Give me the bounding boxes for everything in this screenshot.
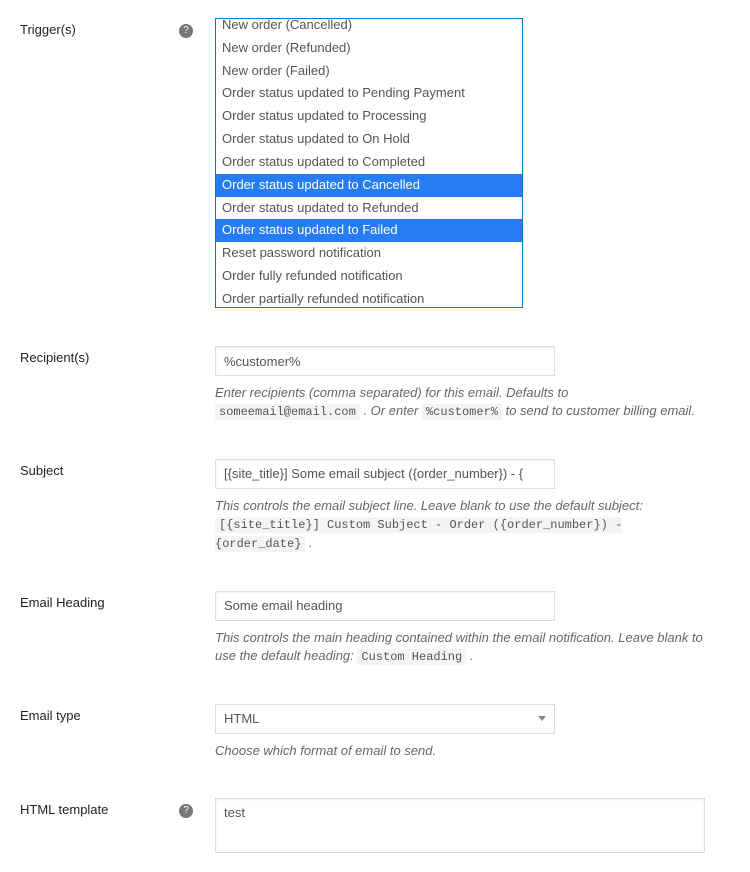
template-textarea[interactable]	[215, 798, 705, 853]
trigger-option[interactable]: Order status updated to Refunded	[216, 197, 522, 220]
row-recipients: Recipient(s) Enter recipients (comma sep…	[20, 346, 730, 421]
help-icon[interactable]: ?	[179, 24, 193, 38]
trigger-option[interactable]: Order fully refunded notification	[216, 265, 522, 288]
triggers-multiselect[interactable]: New order (Completed)New order (Cancelle…	[215, 18, 523, 308]
type-value: HTML	[224, 711, 259, 726]
trigger-option[interactable]: Order status updated to Failed	[216, 219, 522, 242]
field-triggers: New order (Completed)New order (Cancelle…	[215, 18, 715, 308]
type-desc: Choose which format of email to send.	[215, 742, 710, 760]
recipients-input[interactable]	[215, 346, 555, 376]
chevron-down-icon	[538, 716, 546, 721]
recipients-desc: Enter recipients (comma separated) for t…	[215, 384, 710, 421]
field-type: HTML Choose which format of email to sen…	[215, 704, 715, 760]
row-heading: Email Heading This controls the main hea…	[20, 591, 730, 666]
trigger-option[interactable]: New order (Refunded)	[216, 37, 522, 60]
help-icon[interactable]: ?	[179, 804, 193, 818]
subject-input[interactable]	[215, 459, 555, 489]
label-text: Email type	[20, 708, 81, 723]
label-type: Email type	[20, 704, 215, 723]
field-subject: This controls the email subject line. Le…	[215, 459, 715, 553]
label-text: Subject	[20, 463, 63, 478]
row-triggers: Trigger(s) ? New order (Completed)New or…	[20, 18, 730, 308]
trigger-option[interactable]: Order status updated to On Hold	[216, 128, 522, 151]
label-text: HTML template	[20, 802, 108, 817]
trigger-option[interactable]: Order status updated to Processing	[216, 105, 522, 128]
row-type: Email type HTML Choose which format of e…	[20, 704, 730, 760]
trigger-option[interactable]: Reset password notification	[216, 242, 522, 265]
field-heading: This controls the main heading contained…	[215, 591, 715, 666]
subject-desc: This controls the email subject line. Le…	[215, 497, 710, 553]
heading-desc: This controls the main heading contained…	[215, 629, 710, 666]
heading-input[interactable]	[215, 591, 555, 621]
label-subject: Subject	[20, 459, 215, 478]
row-template: HTML template ?	[20, 798, 730, 856]
trigger-option[interactable]: New order (Failed)	[216, 60, 522, 83]
trigger-option[interactable]: Order status updated to Pending Payment	[216, 82, 522, 105]
label-triggers: Trigger(s) ?	[20, 18, 215, 38]
type-select[interactable]: HTML	[215, 704, 555, 734]
label-recipients: Recipient(s)	[20, 346, 215, 365]
label-text: Email Heading	[20, 595, 105, 610]
label-heading: Email Heading	[20, 591, 215, 610]
label-text: Trigger(s)	[20, 22, 76, 37]
label-text: Recipient(s)	[20, 350, 89, 365]
trigger-option[interactable]: Order status updated to Completed	[216, 151, 522, 174]
field-recipients: Enter recipients (comma separated) for t…	[215, 346, 715, 421]
field-template	[215, 798, 715, 856]
trigger-option[interactable]: New order (Cancelled)	[216, 19, 522, 37]
trigger-option[interactable]: Order status updated to Cancelled	[216, 174, 522, 197]
row-subject: Subject This controls the email subject …	[20, 459, 730, 553]
trigger-option[interactable]: Order partially refunded notification	[216, 288, 522, 307]
label-template: HTML template ?	[20, 798, 215, 818]
